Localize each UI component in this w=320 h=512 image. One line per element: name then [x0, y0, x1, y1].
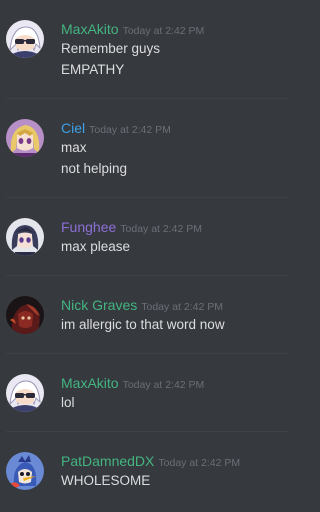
- avatar[interactable]: [6, 119, 44, 157]
- message-text: max: [61, 140, 87, 155]
- message-author[interactable]: Nick Graves: [61, 297, 137, 313]
- message-timestamp: Today at 2:42 PM: [122, 379, 205, 391]
- chat-message-list: MaxAkito Today at 2:42 PM Remember guys E…: [0, 0, 289, 512]
- message-text: max please: [61, 239, 131, 254]
- message-text: not helping: [61, 161, 128, 176]
- message-author[interactable]: MaxAkito: [61, 375, 119, 391]
- user-avatar-icon: [6, 452, 44, 490]
- message-timestamp: Today at 2:42 PM: [120, 223, 202, 235]
- message-group: Nick Graves Today at 2:42 PM im allergic …: [0, 276, 289, 354]
- message-group: MaxAkito Today at 2:42 PM Remember guys E…: [0, 0, 289, 78]
- message-author[interactable]: Ciel: [61, 120, 85, 136]
- message-group: PatDamnedDX Today at 2:42 PM WHOLESOME: [0, 432, 289, 510]
- user-avatar-icon: [6, 296, 44, 334]
- avatar[interactable]: [6, 296, 44, 334]
- user-avatar-icon: [6, 20, 44, 58]
- message-group: Ciel Today at 2:42 PM max not helping: [0, 99, 289, 177]
- message-text: Remember guys: [61, 41, 161, 56]
- avatar[interactable]: [6, 218, 44, 256]
- message-author[interactable]: MaxAkito: [61, 21, 119, 37]
- avatar[interactable]: [6, 452, 44, 490]
- message-timestamp: Today at 2:42 PM: [122, 25, 205, 37]
- message-group: MaxAkito Today at 2:42 PM lol: [0, 354, 289, 432]
- message-text: WHOLESOME: [61, 473, 151, 488]
- message-text: lol: [61, 395, 75, 410]
- message-timestamp: Today at 2:42 PM: [141, 301, 223, 313]
- avatar[interactable]: [6, 20, 44, 58]
- message-text: EMPATHY: [61, 62, 125, 77]
- message-author[interactable]: PatDamnedDX: [61, 453, 154, 469]
- message-timestamp: Today at 2:42 PM: [158, 457, 241, 469]
- avatar[interactable]: [6, 374, 44, 412]
- message-text: im allergic to that word now: [61, 317, 225, 332]
- user-avatar-icon: [6, 218, 44, 256]
- message-group: Funghee Today at 2:42 PM max please: [0, 198, 289, 276]
- user-avatar-icon: [6, 119, 44, 157]
- message-timestamp: Today at 2:42 PM: [89, 124, 171, 136]
- user-avatar-icon: [6, 374, 44, 412]
- message-author[interactable]: Funghee: [61, 219, 116, 235]
